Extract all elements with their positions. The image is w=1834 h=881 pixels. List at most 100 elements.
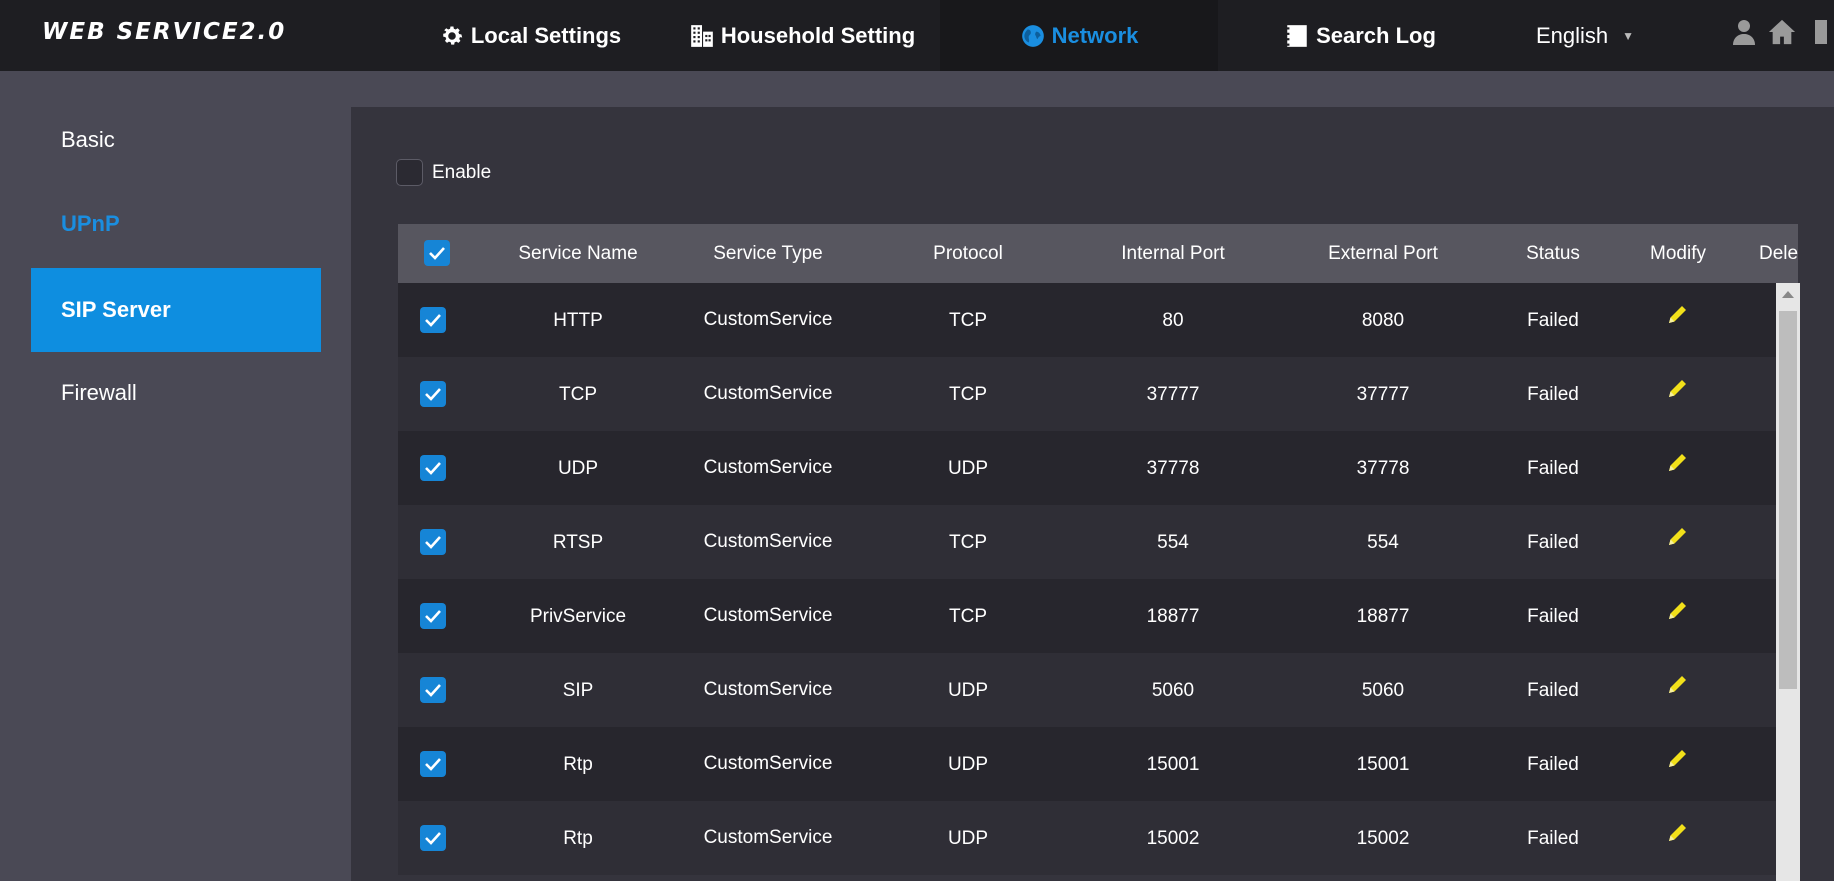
cell-service-type: CustomService <box>703 679 833 700</box>
pencil-icon <box>1666 746 1690 783</box>
col-modify[interactable]: Modify <box>1618 243 1738 265</box>
scroll-up-arrow-icon[interactable] <box>1782 291 1794 298</box>
nav-local-settings[interactable]: Local Settings <box>420 0 640 71</box>
caret-down-icon: ▼ <box>1622 28 1635 43</box>
row-checkbox[interactable] <box>420 653 446 727</box>
sidebar-item-firewall[interactable]: Firewall <box>31 351 321 435</box>
col-service-type[interactable]: Service Type <box>658 243 878 265</box>
pencil-icon <box>1666 450 1690 487</box>
sidebar-item-label: UPnP <box>61 211 120 236</box>
modify-button[interactable] <box>1618 801 1738 875</box>
cell-service-type: CustomService <box>703 309 833 330</box>
pencil-icon <box>1666 820 1690 857</box>
sidebar: Basic UPnP SIP Server Firewall <box>0 71 350 881</box>
cell-service-type: CustomService <box>703 827 833 848</box>
top-right-icons <box>1730 16 1834 48</box>
sidebar-item-label: Basic <box>61 127 115 152</box>
col-delete[interactable]: Dele <box>1759 243 1798 265</box>
col-protocol[interactable]: Protocol <box>858 243 1078 265</box>
cell-external-port: 554 <box>1367 531 1399 553</box>
col-external-port[interactable]: External Port <box>1273 243 1493 265</box>
pencil-icon <box>1666 302 1690 339</box>
cell-external-port: 18877 <box>1356 605 1410 627</box>
nav-search-log[interactable]: Search Log <box>1270 0 1450 71</box>
cell-protocol: TCP <box>949 383 987 405</box>
cell-external-port: 15002 <box>1356 827 1410 849</box>
row-checkbox[interactable] <box>420 801 446 875</box>
globe-icon <box>1020 23 1046 49</box>
nav-label: Network <box>1051 22 1139 48</box>
row-checkbox[interactable] <box>420 505 446 579</box>
col-internal-port[interactable]: Internal Port <box>1063 243 1283 265</box>
sidebar-item-basic[interactable]: Basic <box>31 98 321 182</box>
cell-status: Failed <box>1527 457 1579 479</box>
cell-service-name: HTTP <box>553 309 603 331</box>
nav-label: Local Settings <box>470 22 622 48</box>
cell-status: Failed <box>1527 827 1579 849</box>
user-icon[interactable] <box>1730 16 1758 48</box>
table-row: UDP CustomService UDP 37778 37778 Failed <box>398 431 1798 505</box>
nav-household-setting[interactable]: Household Setting <box>682 0 922 71</box>
logout-icon[interactable] <box>1806 16 1834 48</box>
row-checkbox[interactable] <box>420 579 446 653</box>
table-row: RTSP CustomService TCP 554 554 Failed <box>398 505 1798 579</box>
language-select[interactable]: English ▼ <box>1520 0 1650 71</box>
enable-label: Enable <box>432 161 492 183</box>
cell-service-name: TCP <box>559 383 597 405</box>
col-status[interactable]: Status <box>1493 243 1613 265</box>
nav-network[interactable]: Network <box>940 0 1218 71</box>
modify-button[interactable] <box>1618 357 1738 431</box>
cell-protocol: TCP <box>949 309 987 331</box>
modify-button[interactable] <box>1618 727 1738 801</box>
scroll-thumb[interactable] <box>1779 311 1797 689</box>
cell-internal-port: 37777 <box>1146 383 1200 405</box>
enable-checkbox[interactable] <box>396 159 423 186</box>
modify-button[interactable] <box>1618 653 1738 727</box>
cell-service-type: CustomService <box>703 605 833 626</box>
modify-button[interactable] <box>1618 431 1738 505</box>
col-service-name[interactable]: Service Name <box>478 243 678 265</box>
pencil-icon <box>1666 598 1690 635</box>
main-content: Enable Service Name Service Type Protoco… <box>351 107 1834 881</box>
modify-button[interactable] <box>1618 579 1738 653</box>
pencil-icon <box>1666 672 1690 709</box>
pencil-icon <box>1666 524 1690 561</box>
port-mapping-table: Service Name Service Type Protocol Inter… <box>398 224 1798 881</box>
table-row: PrivService CustomService TCP 18877 1887… <box>398 579 1798 653</box>
cell-external-port: 8080 <box>1361 309 1405 331</box>
cell-service-type: CustomService <box>703 753 833 774</box>
cell-internal-port: 15001 <box>1146 753 1200 775</box>
cell-status: Failed <box>1527 605 1579 627</box>
table-scrollbar[interactable] <box>1776 283 1800 881</box>
cell-external-port: 37778 <box>1356 457 1410 479</box>
row-checkbox[interactable] <box>420 431 446 505</box>
cell-internal-port: 18877 <box>1146 605 1200 627</box>
cell-external-port: 37777 <box>1356 383 1410 405</box>
enable-row: Enable <box>396 159 491 186</box>
table-row: Rtp CustomService UDP 15002 15002 Failed <box>398 801 1798 875</box>
cell-internal-port: 554 <box>1157 531 1189 553</box>
select-all-checkbox[interactable] <box>424 240 450 266</box>
modify-button[interactable] <box>1618 283 1738 357</box>
table-row: SIP CustomService UDP 5060 5060 Failed <box>398 653 1798 727</box>
pencil-icon <box>1666 376 1690 413</box>
cell-protocol: UDP <box>947 827 989 849</box>
nav-label: Household Setting <box>720 22 916 48</box>
log-icon <box>1284 23 1310 49</box>
modify-button[interactable] <box>1618 505 1738 579</box>
sidebar-item-sip-server[interactable]: SIP Server <box>31 268 321 352</box>
home-icon[interactable] <box>1768 16 1796 48</box>
row-checkbox[interactable] <box>420 283 446 357</box>
cell-service-name: UDP <box>557 457 599 479</box>
cell-status: Failed <box>1527 753 1579 775</box>
row-checkbox[interactable] <box>420 727 446 801</box>
cell-protocol: TCP <box>949 605 987 627</box>
table-header: Service Name Service Type Protocol Inter… <box>398 224 1798 283</box>
cell-protocol: TCP <box>949 531 987 553</box>
cell-external-port: 5060 <box>1361 679 1405 701</box>
row-checkbox[interactable] <box>420 357 446 431</box>
sidebar-item-upnp[interactable]: UPnP <box>31 182 321 266</box>
top-navigation-bar: WEB SERVICE2.0 Local Settings Household … <box>0 0 1834 71</box>
cell-internal-port: 80 <box>1162 309 1184 331</box>
nav-label: Search Log <box>1316 22 1436 48</box>
